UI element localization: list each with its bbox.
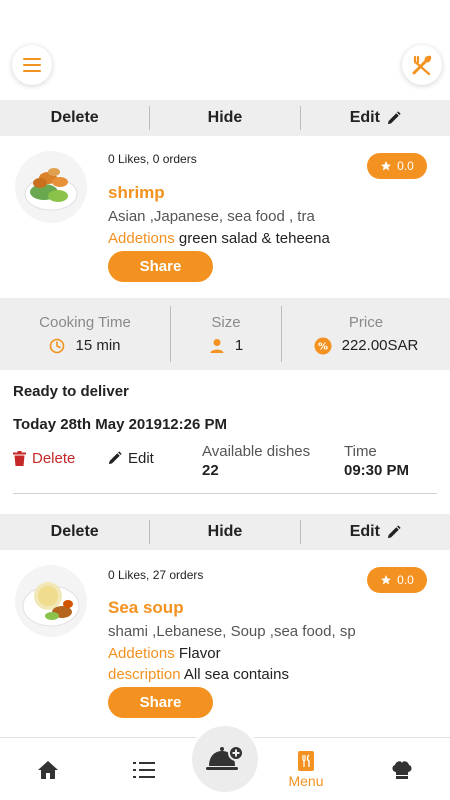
order-time-value: 09:30 PM — [344, 462, 410, 479]
hamburger-icon — [23, 58, 41, 72]
order-time: Time 09:30 PM — [344, 443, 410, 479]
pencil-icon — [387, 524, 401, 538]
pencil-icon — [108, 451, 122, 465]
dish-additions: Addetions green salad & teheena — [108, 230, 330, 247]
order-status: Ready to deliver — [13, 383, 129, 400]
additions-label: Addetions — [108, 645, 175, 662]
person-icon — [210, 338, 224, 353]
edit-dish-button[interactable]: Edit — [301, 523, 450, 541]
dish-stats-bar: Cooking Time 15 min Size 1 Price % 222.0… — [0, 298, 450, 370]
dish-cuisine: Asian ,Japanese, sea food , tra — [108, 208, 315, 225]
star-icon — [381, 161, 392, 171]
additions-value: green salad & teheena — [178, 230, 330, 247]
nav-list[interactable] — [96, 738, 192, 800]
additions-label: Addetions — [108, 230, 175, 247]
star-icon — [381, 575, 392, 585]
add-dish-icon — [206, 745, 244, 770]
delete-dish-button[interactable]: Delete — [0, 109, 149, 127]
svg-text:%: % — [318, 341, 328, 352]
dish-cuisine: shami ,Lebanese, Soup ,sea food, sp — [108, 623, 356, 640]
nav-home[interactable] — [0, 738, 96, 800]
dish-action-bar: Delete Hide Edit — [0, 100, 450, 136]
available-dishes: Available dishes 22 — [202, 443, 311, 479]
dish-name: Sea soup — [108, 598, 184, 617]
dish-additions: Addetions Flavor — [108, 645, 221, 662]
rating-badge: 0.0 — [367, 153, 427, 179]
dish-name: shrimp — [108, 183, 165, 202]
edit-order-button[interactable]: Edit — [107, 450, 154, 467]
menu-book-icon — [298, 750, 314, 771]
nav-menu-label: Menu — [288, 772, 324, 789]
additions-value: Flavor — [178, 645, 221, 662]
divider — [13, 493, 437, 494]
dish-stats: 0 Likes, 0 orders — [108, 152, 197, 166]
chef-hat-icon — [392, 760, 412, 779]
rating-badge: 0.0 — [367, 567, 427, 593]
delete-dish-button[interactable]: Delete — [0, 523, 149, 541]
list-icon — [133, 761, 155, 778]
clock-icon — [50, 338, 65, 353]
dish-card[interactable]: 0 Likes, 27 orders 0.0 Sea soup shami ,L… — [0, 550, 450, 737]
add-dish-button[interactable] — [192, 726, 258, 792]
discount-badge-icon: % — [314, 337, 332, 354]
nav-menu[interactable]: Menu — [258, 738, 354, 800]
size-stat: Size 1 — [171, 314, 281, 354]
dish-stats: 0 Likes, 27 orders — [108, 568, 204, 582]
menu-button[interactable] — [12, 45, 52, 85]
hide-dish-button[interactable]: Hide — [150, 109, 299, 127]
home-icon — [38, 760, 58, 779]
kitchen-button[interactable] — [402, 45, 442, 85]
edit-dish-button[interactable]: Edit — [301, 109, 450, 127]
dish-action-bar: Delete Hide Edit — [0, 514, 450, 550]
nav-chef[interactable] — [354, 738, 450, 800]
price-stat: Price % 222.00SAR — [282, 314, 450, 355]
share-button[interactable]: Share — [108, 687, 213, 718]
dish-image — [14, 150, 88, 224]
hide-dish-button[interactable]: Hide — [150, 523, 299, 541]
dish-description: description All sea contains — [108, 666, 289, 683]
share-button[interactable]: Share — [108, 251, 213, 282]
order-date: Today 28th May 201912:26 PM — [13, 416, 227, 433]
cooking-time-stat: Cooking Time 15 min — [39, 314, 131, 354]
dish-image — [14, 564, 88, 638]
order-block: Ready to deliver Today 28th May 201912:2… — [0, 370, 450, 514]
delete-order-button[interactable]: Delete — [13, 450, 75, 467]
description-label: description — [108, 666, 181, 683]
trash-icon — [13, 451, 26, 466]
description-value: All sea contains — [183, 666, 289, 683]
dish-card[interactable]: 0 Likes, 0 orders 0.0 shrimp Asian ,Japa… — [0, 136, 450, 298]
pencil-icon — [387, 110, 401, 124]
available-dishes-value: 22 — [202, 462, 219, 479]
utensils-icon — [412, 55, 432, 76]
top-bar — [0, 0, 450, 100]
